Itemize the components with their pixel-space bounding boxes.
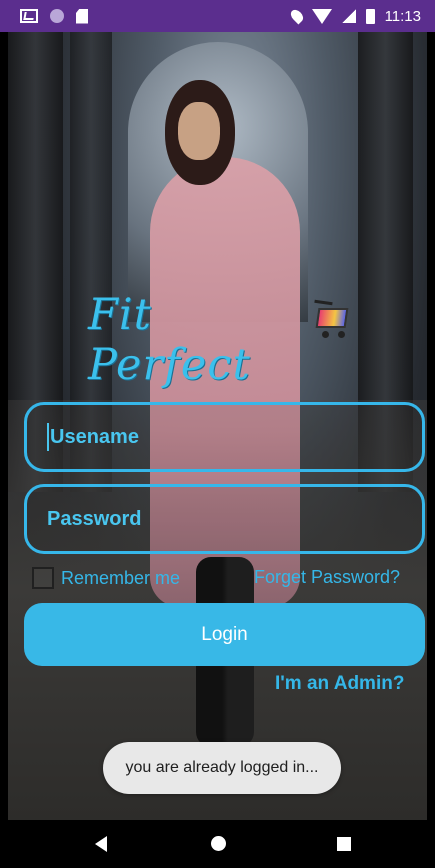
wifi-icon [311, 8, 332, 24]
sd-card-icon [76, 8, 88, 24]
password-placeholder: Password [47, 507, 142, 530]
cart-basket [315, 308, 349, 328]
login-button[interactable]: Login [24, 603, 425, 666]
status-time: 11:13 [384, 7, 421, 25]
status-left [20, 8, 88, 24]
status-right: 11:13 [288, 7, 421, 25]
app-logo: Fit Perfect [88, 290, 251, 390]
text-cursor [47, 423, 49, 451]
woman-face [178, 102, 220, 160]
username-input[interactable]: Usename [24, 402, 425, 472]
shopping-cart-icon [313, 296, 350, 340]
gmail-icon [20, 9, 38, 23]
back-icon[interactable] [95, 836, 107, 852]
recent-apps-icon[interactable] [337, 837, 351, 851]
password-input[interactable]: Password [24, 484, 425, 554]
location-icon [288, 7, 306, 25]
android-navigation-bar [0, 820, 435, 868]
cart-wheel [322, 331, 329, 338]
remember-me-checkbox[interactable] [32, 567, 54, 589]
circle-notification-icon [50, 9, 64, 23]
battery-icon [365, 8, 375, 24]
remember-me-label: Remember me [61, 567, 181, 588]
login-toast: you are already logged in... [103, 742, 341, 794]
remember-me-option[interactable]: Remember me [32, 567, 180, 589]
home-icon[interactable] [211, 836, 226, 851]
username-placeholder: Usename [50, 425, 139, 448]
forgot-password-link[interactable]: Forget Password? [254, 567, 400, 588]
admin-login-link[interactable]: I'm an Admin? [275, 673, 404, 695]
signal-icon [341, 9, 356, 23]
cart-wheel [338, 331, 345, 338]
status-bar: 11:13 [0, 0, 435, 32]
